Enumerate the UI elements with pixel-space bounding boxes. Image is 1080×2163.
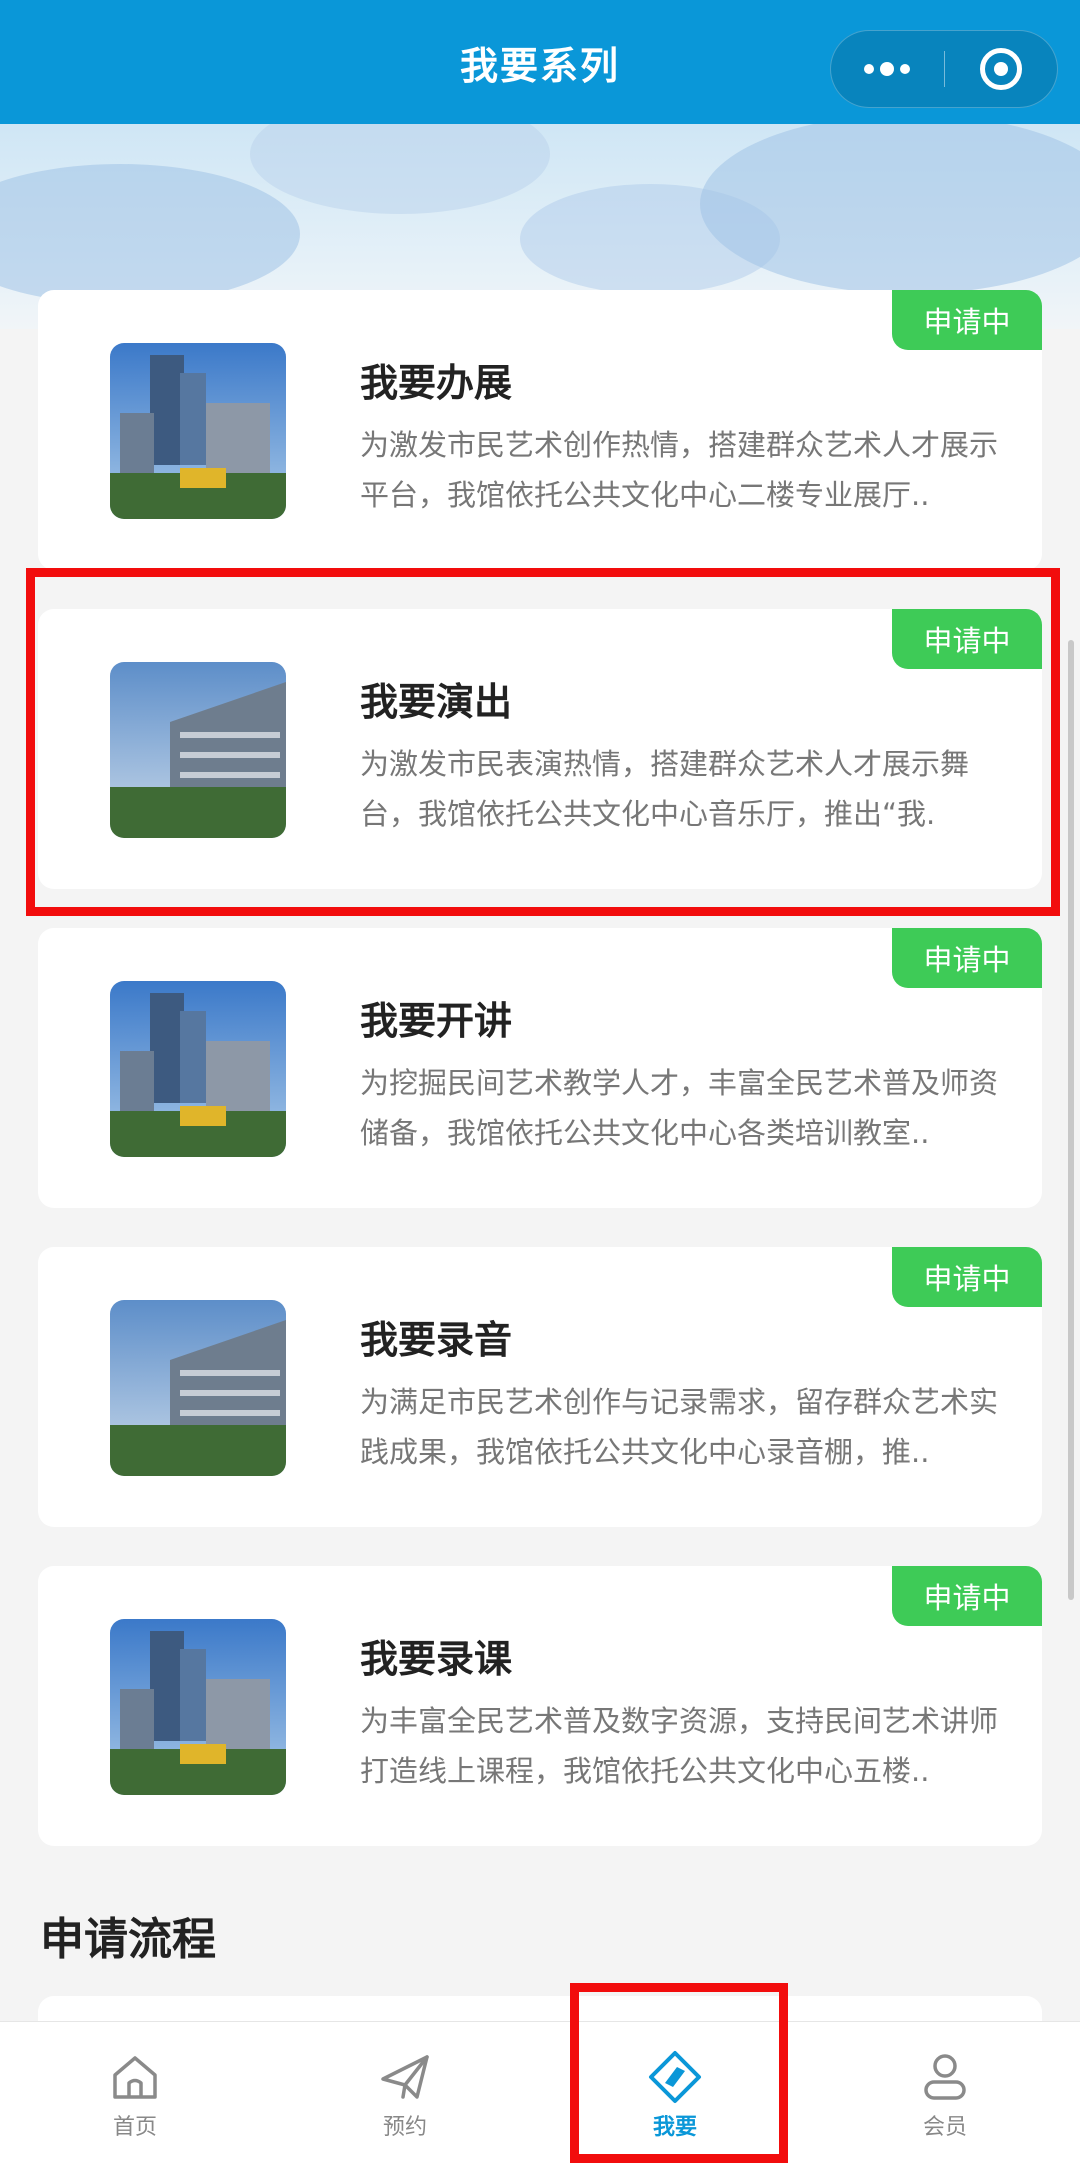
card-description: 为满足市民艺术创作与记录需求，留存群众艺术实践成果，我馆依托公共文化中心录音棚，… <box>360 1385 999 1469</box>
status-badge: 申请中 <box>892 1247 1042 1307</box>
card-description: 为激发市民艺术创作热情，搭建群众艺术人才展示平台，我馆依托公共文化中心二楼专业展… <box>360 428 999 512</box>
tab-home[interactable]: 首页 <box>0 2022 270 2163</box>
tab-label: 会员 <box>922 2114 967 2140</box>
scrollbar[interactable] <box>1068 640 1074 1600</box>
card-title: 我要开讲 <box>360 999 513 1043</box>
series-card-course[interactable]: 我要录课 为丰富全民艺术普及数字资源，支持民间艺术讲师打造线上课程，我馆依托公共… <box>38 1566 1042 1846</box>
status-badge: 申请中 <box>892 928 1042 988</box>
user-icon <box>924 2053 966 2100</box>
card-title: 我要录课 <box>360 1637 513 1681</box>
card-thumbnail <box>110 1300 286 1476</box>
card-description: 为丰富全民艺术普及数字资源，支持民间艺术讲师打造线上课程，我馆依托公共文化中心五… <box>360 1704 999 1788</box>
card-description: 为挖掘民间艺术教学人才，丰富全民艺术普及师资储备，我馆依托公共文化中心各类培训教… <box>360 1066 999 1150</box>
card-thumbnail <box>110 981 286 1157</box>
series-card-recording[interactable]: 我要录音 为满足市民艺术创作与记录需求，留存群众艺术实践成果，我馆依托公共文化中… <box>38 1247 1042 1527</box>
status-badge: 申请中 <box>892 1566 1042 1626</box>
target-circle-icon <box>979 48 1022 90</box>
status-badge: 申请中 <box>892 609 1042 669</box>
status-badge: 申请中 <box>892 290 1042 350</box>
card-thumbnail <box>110 1619 286 1795</box>
card-title: 我要录音 <box>360 1318 513 1362</box>
tab-label: 我要 <box>652 2114 697 2140</box>
card-title: 我要办展 <box>360 361 513 405</box>
card-thumbnail <box>110 343 286 519</box>
series-card-exhibition[interactable]: 我要办展 为激发市民艺术创作热情，搭建群众艺术人才展示平台，我馆依托公共文化中心… <box>38 290 1042 570</box>
tab-label: 首页 <box>112 2114 157 2140</box>
card-title: 我要演出 <box>360 680 513 724</box>
series-card-lecture[interactable]: 我要开讲 为挖掘民间艺术教学人才，丰富全民艺术普及师资储备，我馆依托公共文化中心… <box>38 928 1042 1208</box>
page-title: 我要系列 <box>459 43 620 88</box>
tab-bar: 首页 预约 我要 会员 <box>0 2021 1080 2163</box>
card-description: 为激发市民表演热情，搭建群众艺术人才展示舞台，我馆依托公共文化中心音乐厅，推出“… <box>360 747 970 831</box>
mini-program-capsule <box>830 30 1058 108</box>
tab-label: 预约 <box>382 2114 427 2140</box>
tab-woyao[interactable]: 我要 <box>540 2022 810 2163</box>
diamond-compass-icon <box>649 2050 701 2103</box>
card-thumbnail <box>110 662 286 838</box>
close-button[interactable] <box>945 31 1058 107</box>
series-card-performance[interactable]: 我要演出 为激发市民表演热情，搭建群众艺术人才展示舞台，我馆依托公共文化中心音乐… <box>38 609 1042 889</box>
tab-member[interactable]: 会员 <box>810 2022 1080 2163</box>
tab-booking[interactable]: 预约 <box>270 2022 540 2163</box>
section-title-apply-process: 申请流程 <box>40 1914 216 1965</box>
more-button[interactable] <box>831 31 944 107</box>
home-icon <box>113 2055 157 2099</box>
more-dots-icon <box>864 62 911 76</box>
nav-bar: 我要系列 <box>0 0 1080 124</box>
paper-plane-icon <box>381 2054 429 2099</box>
